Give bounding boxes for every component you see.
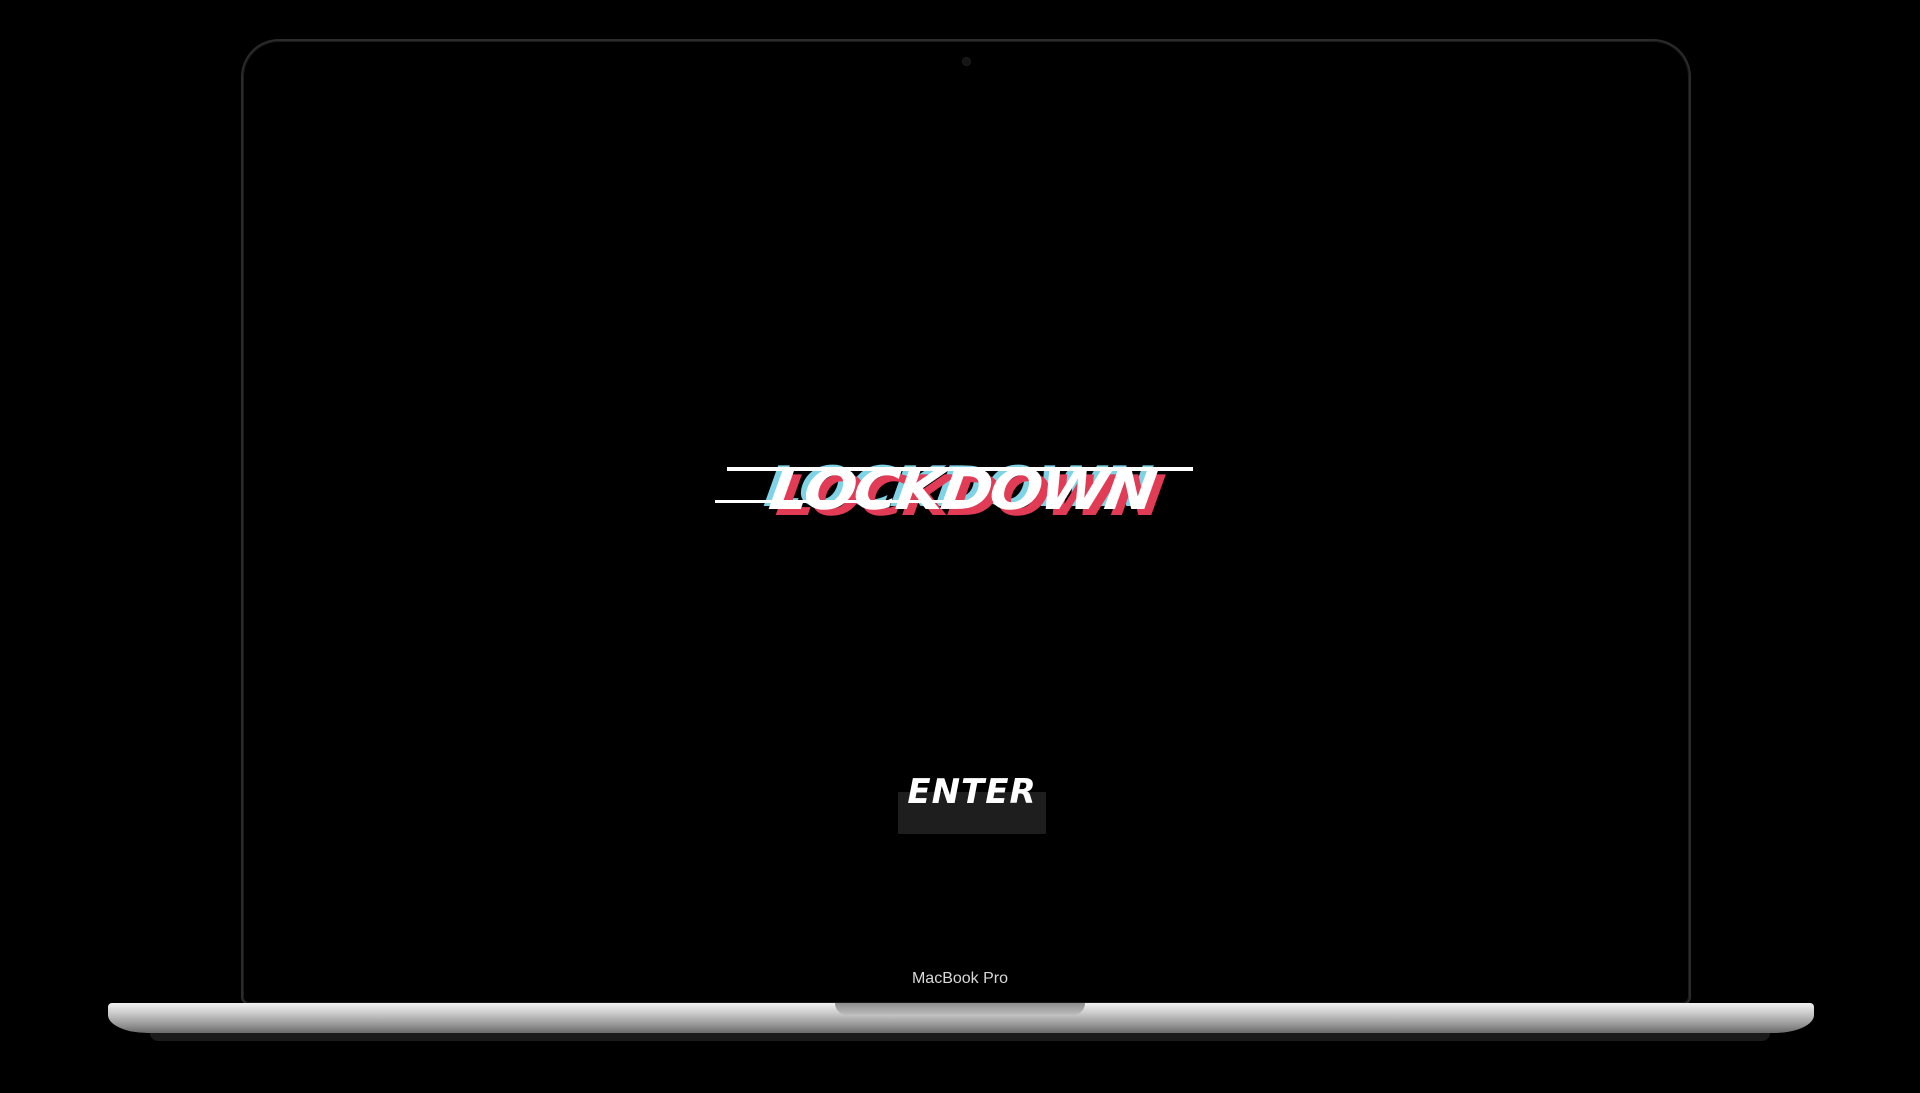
enter-button-label[interactable]: ENTER: [898, 766, 1046, 818]
enter-button[interactable]: ENTER: [898, 766, 1046, 834]
device-model-label: MacBook Pro: [911, 970, 1009, 987]
title-strike-line: [727, 467, 1193, 471]
device-mockup: LOCKDOWN LOCKDOWN LOCKDOWN ENTER MacBook…: [0, 0, 1920, 1093]
title-text: LOCKDOWN: [765, 456, 1159, 523]
glitch-title: LOCKDOWN LOCKDOWN LOCKDOWN: [715, 440, 1207, 540]
title-glitch-bar: [715, 500, 977, 503]
laptop-hinge-notch: [835, 1003, 1085, 1015]
laptop-base-shadow: [150, 1033, 1770, 1041]
